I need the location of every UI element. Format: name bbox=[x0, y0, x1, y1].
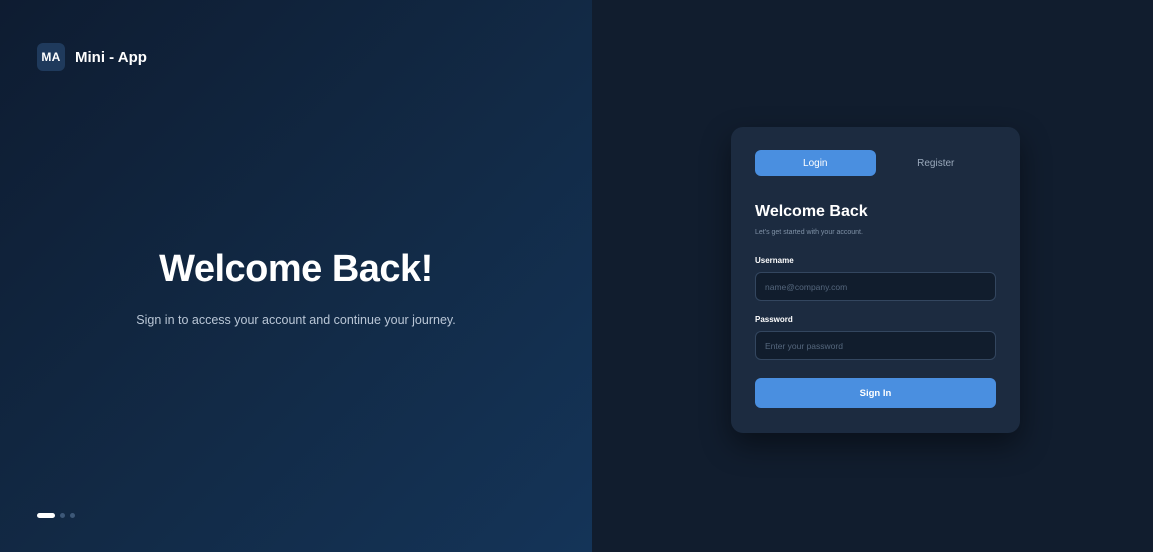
brand-logo: MA bbox=[37, 43, 65, 71]
carousel-indicators bbox=[37, 513, 75, 518]
password-label: Password bbox=[755, 315, 793, 324]
hero-content: Welcome Back! Sign in to access your acc… bbox=[0, 248, 592, 327]
carousel-dot-2[interactable] bbox=[60, 513, 65, 518]
hero-subtitle: Sign in to access your account and conti… bbox=[136, 313, 456, 327]
card-subtitle: Let's get started with your account. bbox=[755, 229, 863, 236]
carousel-dot-3[interactable] bbox=[70, 513, 75, 518]
form-panel: Login Register Welcome Back Let's get st… bbox=[592, 0, 1153, 552]
card-title: Welcome Back bbox=[755, 203, 868, 220]
tab-login[interactable]: Login bbox=[755, 150, 876, 176]
hero-title: Welcome Back! bbox=[159, 248, 433, 290]
carousel-dot-1[interactable] bbox=[37, 513, 55, 518]
login-page: MA Mini - App Welcome Back! Sign in to a… bbox=[0, 0, 1153, 552]
auth-tabs: Login Register bbox=[755, 150, 996, 176]
brand-name: Mini - App bbox=[75, 48, 147, 66]
hero-panel: MA Mini - App Welcome Back! Sign in to a… bbox=[0, 0, 592, 552]
password-input[interactable] bbox=[755, 331, 996, 360]
sign-in-button[interactable]: Sign In bbox=[755, 378, 996, 408]
username-input[interactable] bbox=[755, 272, 996, 301]
tab-register[interactable]: Register bbox=[876, 150, 997, 176]
brand: MA Mini - App bbox=[37, 43, 147, 71]
username-label: Username bbox=[755, 256, 794, 265]
auth-card: Login Register Welcome Back Let's get st… bbox=[731, 127, 1020, 433]
